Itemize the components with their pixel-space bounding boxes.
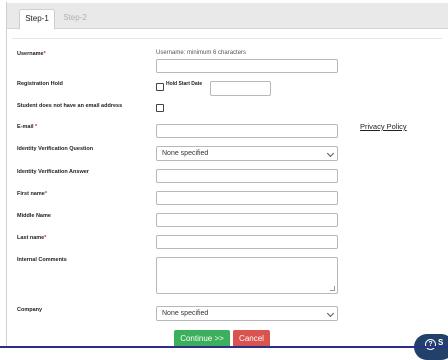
required-marker: * — [44, 191, 47, 197]
first-name-input[interactable] — [156, 191, 338, 205]
username-label: Username* — [17, 51, 46, 57]
middle-name-label: Middle Name — [17, 213, 51, 219]
verification-question-value: None specified — [162, 150, 209, 157]
last-name-input[interactable] — [156, 235, 338, 249]
username-hint: Username: minimum 6 characters — [156, 50, 247, 56]
resize-grip-icon[interactable] — [330, 286, 335, 291]
hold-start-date-checkbox[interactable] — [156, 83, 164, 91]
chevron-down-icon — [326, 149, 335, 158]
required-marker: * — [43, 51, 46, 57]
registration-hold-label: Registration Hold — [17, 81, 63, 87]
company-value: None specified — [162, 310, 209, 317]
verification-answer-label: Identity Verification Answer — [17, 169, 89, 175]
privacy-policy-link[interactable]: Privacy Policy — [360, 122, 407, 131]
company-select[interactable]: None specified — [156, 306, 338, 321]
first-name-label: First name* — [17, 191, 47, 197]
verification-question-select[interactable]: None specified — [156, 146, 338, 161]
chevron-down-icon — [326, 309, 335, 318]
middle-name-input[interactable] — [156, 213, 338, 227]
tab-step-1[interactable]: Step-1 — [19, 9, 55, 30]
required-marker: * — [44, 235, 47, 241]
last-name-label: Last name* — [17, 235, 47, 241]
hold-start-date-input[interactable] — [210, 81, 271, 96]
content-divider — [12, 38, 442, 39]
hold-start-date-label: Hold Start Date — [166, 81, 203, 87]
email-input[interactable] — [156, 124, 338, 138]
internal-comments-textarea[interactable] — [156, 257, 338, 294]
username-input[interactable] — [156, 59, 338, 73]
verification-answer-input[interactable] — [156, 169, 338, 183]
company-label: Company — [17, 307, 43, 313]
verification-question-label: Identity Verification Question — [17, 146, 94, 152]
help-icon: ? — [425, 339, 436, 350]
email-label: E-mail * — [17, 124, 38, 130]
no-email-label: Student does not have an email address — [17, 103, 123, 109]
required-marker: * — [35, 124, 38, 130]
tab-bar: Step-1 Step-2 — [7, 3, 448, 30]
internal-comments-label: Internal Comments — [17, 257, 67, 263]
no-email-checkbox[interactable] — [156, 104, 164, 112]
tab-step-2[interactable]: Step-2 — [57, 9, 93, 29]
